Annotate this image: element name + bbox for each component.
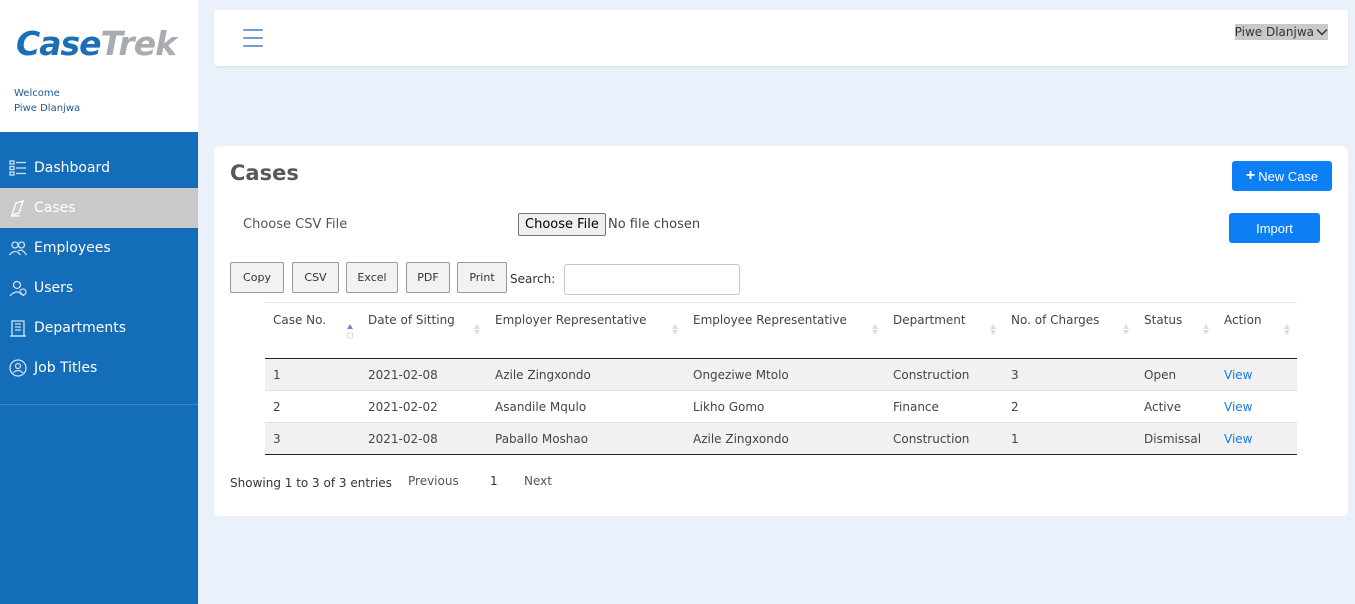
users-icon xyxy=(8,278,28,298)
cell-case-no: 2 xyxy=(265,390,360,423)
cell-case-no: 1 xyxy=(265,358,360,391)
cell-employer-rep: Azile Zingxondo xyxy=(487,358,685,391)
cell-date: 2021-02-02 xyxy=(360,390,487,423)
table-info: Showing 1 to 3 of 3 entries xyxy=(230,476,392,490)
cell-case-no: 3 xyxy=(265,422,360,455)
user-menu[interactable]: Piwe Dlanjwa xyxy=(1234,24,1328,40)
table-row: 3 2021-02-08 Paballo Moshao Azile Zingxo… xyxy=(265,422,1297,455)
departments-icon xyxy=(8,318,28,338)
sort-icon xyxy=(473,323,481,339)
view-link[interactable]: View xyxy=(1224,368,1252,382)
cell-department: Construction xyxy=(885,422,1003,455)
pagination-next[interactable]: Next xyxy=(524,474,552,488)
cell-charges: 3 xyxy=(1003,358,1136,391)
sort-icon xyxy=(1202,323,1210,339)
sidebar-item-label: Job Titles xyxy=(34,360,98,376)
page-title: Cases xyxy=(230,161,299,185)
welcome-user-name: Piwe Dlanjwa xyxy=(14,103,81,114)
column-header-employer-rep[interactable]: Employer Representative xyxy=(487,302,685,359)
cell-date: 2021-02-08 xyxy=(360,422,487,455)
copy-button[interactable]: Copy xyxy=(230,262,284,293)
sort-icon xyxy=(671,323,679,339)
table-header-row: Case No. Date of Sitting Employer Repres… xyxy=(265,302,1297,359)
column-header-no-of-charges[interactable]: No. of Charges xyxy=(1003,302,1136,359)
sort-icon xyxy=(871,323,879,339)
top-bar: Piwe Dlanjwa xyxy=(214,10,1348,66)
cell-employee-rep: Ongeziwe Mtolo xyxy=(685,358,885,391)
cell-department: Construction xyxy=(885,358,1003,391)
cell-department: Finance xyxy=(885,390,1003,423)
pdf-export-button[interactable]: PDF xyxy=(406,262,450,293)
dashboard-icon xyxy=(8,158,28,178)
sidebar-item-label: Cases xyxy=(34,200,76,216)
excel-export-button[interactable]: Excel xyxy=(346,262,398,293)
employees-icon xyxy=(8,238,28,258)
sidebar-item-employees[interactable]: Employees xyxy=(0,228,198,268)
sidebar: CaseTrek Welcome Piwe Dlanjwa Dashboard … xyxy=(0,0,198,604)
sort-ascending-icon xyxy=(346,323,354,339)
import-button[interactable]: Import xyxy=(1229,213,1320,243)
plus-icon: + xyxy=(1245,167,1256,184)
table-row: 1 2021-02-08 Azile Zingxondo Ongeziwe Mt… xyxy=(265,358,1297,391)
cases-card: Cases + New Case Choose CSV File Choose … xyxy=(214,146,1348,516)
sidebar-item-departments[interactable]: Departments xyxy=(0,308,198,348)
sidebar-item-job-titles[interactable]: Job Titles xyxy=(0,348,198,388)
cell-status: Dismissal xyxy=(1136,422,1216,455)
cell-date: 2021-02-08 xyxy=(360,358,487,391)
chevron-down-icon xyxy=(1316,28,1328,36)
sidebar-item-label: Employees xyxy=(34,240,111,256)
sidebar-item-label: Dashboard xyxy=(34,160,110,176)
brand-area: CaseTrek Welcome Piwe Dlanjwa xyxy=(0,0,198,132)
search-label: Search: xyxy=(510,272,556,286)
column-header-department[interactable]: Department xyxy=(885,302,1003,359)
column-header-case-no[interactable]: Case No. xyxy=(265,302,360,359)
job-titles-icon xyxy=(8,358,28,378)
welcome-label: Welcome xyxy=(14,88,60,99)
column-header-status[interactable]: Status xyxy=(1136,302,1216,359)
cell-charges: 2 xyxy=(1003,390,1136,423)
file-status-text: No file chosen xyxy=(608,217,701,232)
new-case-button[interactable]: + New Case xyxy=(1232,161,1332,191)
sidebar-item-cases[interactable]: Cases xyxy=(0,188,198,228)
column-header-employee-rep[interactable]: Employee Representative xyxy=(685,302,885,359)
user-menu-name: Piwe Dlanjwa xyxy=(1234,25,1314,39)
view-link[interactable]: View xyxy=(1224,400,1252,414)
welcome-text: Welcome Piwe Dlanjwa xyxy=(14,86,80,116)
table-row: 2 2021-02-02 Asandile Mqulo Likho Gomo F… xyxy=(265,390,1297,423)
sidebar-divider xyxy=(0,404,198,405)
sidebar-nav: Dashboard Cases Employees Users Departme… xyxy=(0,148,198,388)
pagination-previous[interactable]: Previous xyxy=(408,474,459,488)
cell-status: Active xyxy=(1136,390,1216,423)
sidebar-item-dashboard[interactable]: Dashboard xyxy=(0,148,198,188)
column-header-action[interactable]: Action xyxy=(1216,302,1297,359)
sort-icon xyxy=(1122,323,1130,339)
logo: CaseTrek xyxy=(16,24,177,63)
csv-export-button[interactable]: CSV xyxy=(292,262,339,293)
new-case-label: New Case xyxy=(1258,168,1319,184)
cell-employer-rep: Paballo Moshao xyxy=(487,422,685,455)
csv-file-label: Choose CSV File xyxy=(243,217,348,232)
cell-employee-rep: Likho Gomo xyxy=(685,390,885,423)
print-button[interactable]: Print xyxy=(457,262,507,293)
cases-table: Case No. Date of Sitting Employer Repres… xyxy=(265,302,1297,455)
sidebar-item-label: Users xyxy=(34,280,74,296)
sort-icon xyxy=(1283,323,1291,339)
sidebar-item-label: Departments xyxy=(34,320,127,336)
cell-employee-rep: Azile Zingxondo xyxy=(685,422,885,455)
cases-icon xyxy=(8,198,28,218)
cell-status: Open xyxy=(1136,358,1216,391)
choose-file-button[interactable]: Choose File xyxy=(518,213,606,236)
view-link[interactable]: View xyxy=(1224,432,1252,446)
sort-icon xyxy=(989,323,997,339)
cell-employer-rep: Asandile Mqulo xyxy=(487,390,685,423)
search-input[interactable] xyxy=(564,264,740,295)
sidebar-item-users[interactable]: Users xyxy=(0,268,198,308)
menu-toggle-icon[interactable] xyxy=(243,29,263,47)
pagination-page-1[interactable]: 1 xyxy=(490,474,498,488)
cell-charges: 1 xyxy=(1003,422,1136,455)
column-header-date-of-sitting[interactable]: Date of Sitting xyxy=(360,302,487,359)
